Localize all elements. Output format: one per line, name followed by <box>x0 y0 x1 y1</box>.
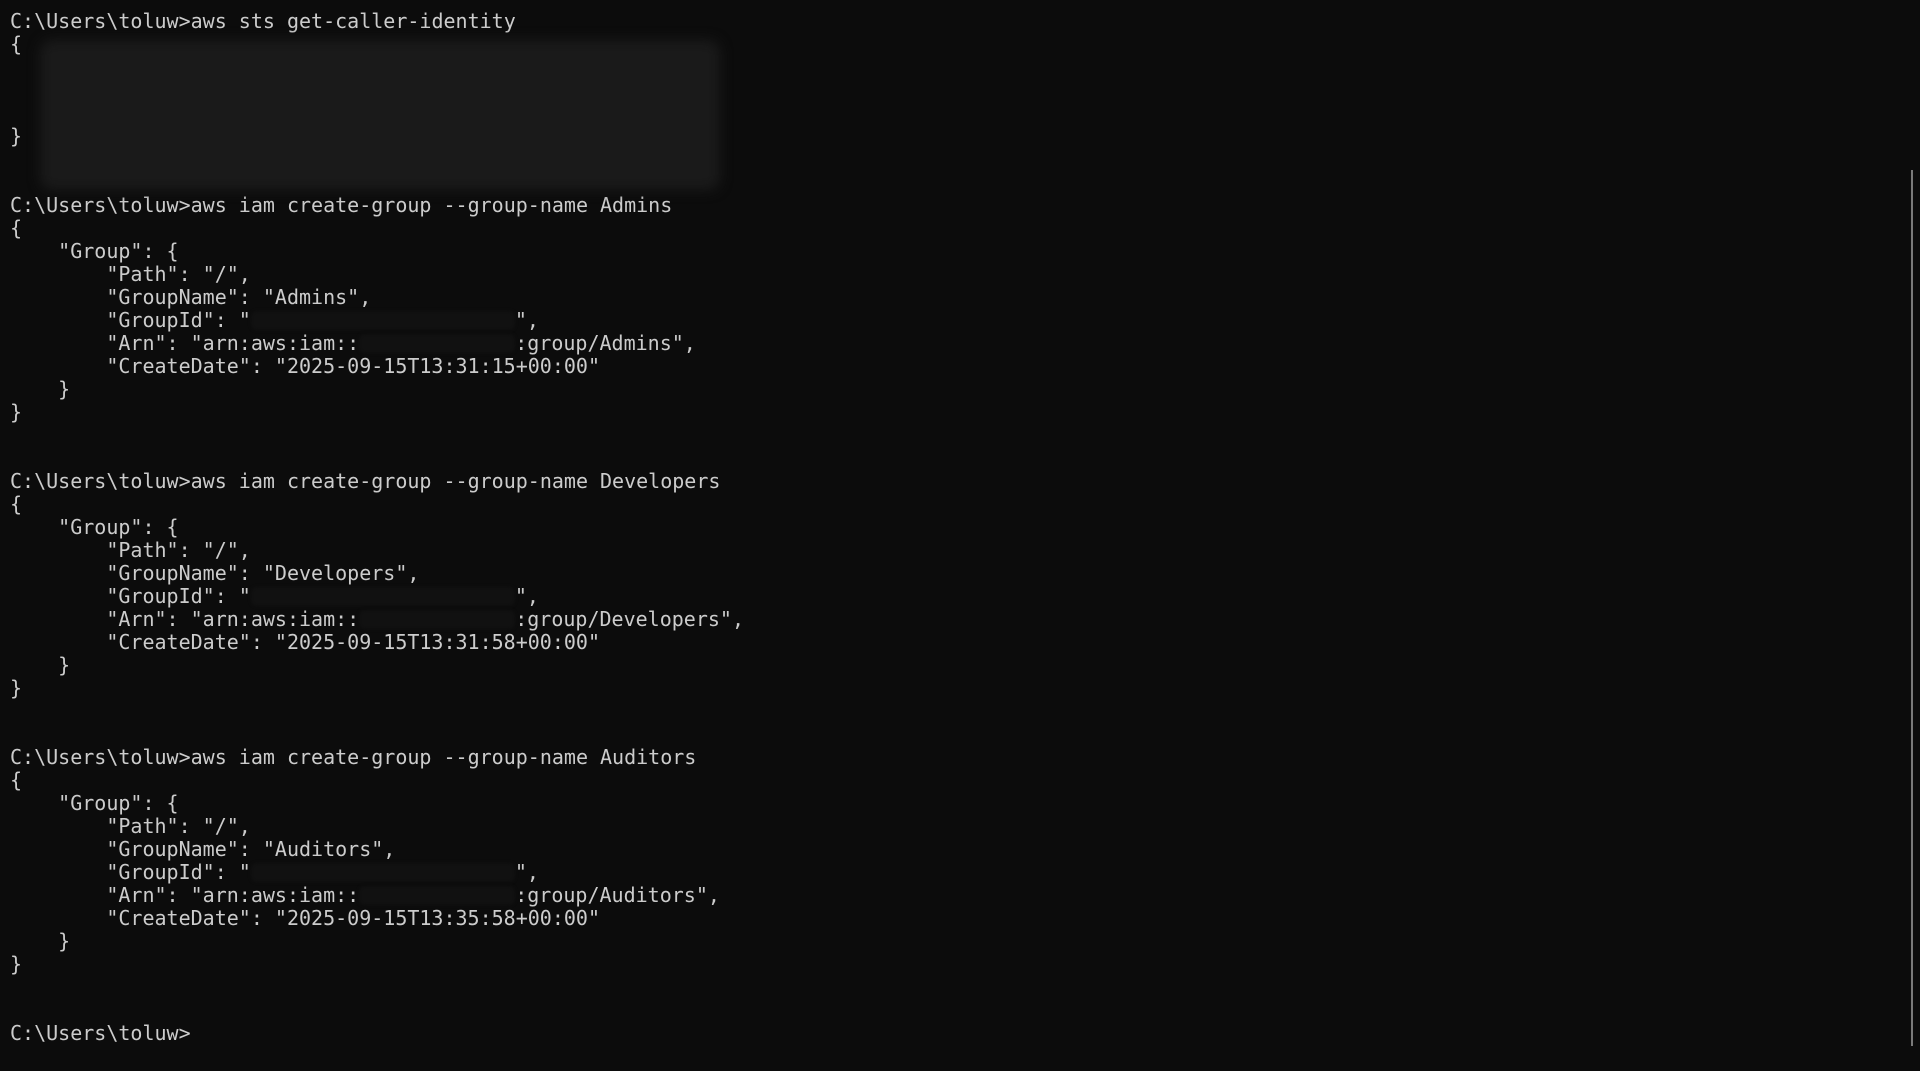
command-text: aws iam create-group --group-name Admins <box>190 193 673 217</box>
json-group-name: "GroupName": "Admins", <box>10 285 372 309</box>
json-create-date: "CreateDate": "2025-09-15T13:31:15+00:00… <box>10 354 601 378</box>
json-brace: { <box>10 492 23 516</box>
command-line: C:\Users\toluw>aws iam create-group --gr… <box>10 470 1890 493</box>
command-text: aws iam create-group --group-name Develo… <box>190 469 721 493</box>
json-create-date: "CreateDate": "2025-09-15T13:31:58+00:00… <box>10 630 601 654</box>
json-group-name: "GroupName": "Auditors", <box>10 837 396 861</box>
json-group-name: "GroupName": "Developers", <box>10 561 420 585</box>
scrollbar-thumb[interactable] <box>1911 170 1913 1046</box>
arn-suffix: :group/Admins", <box>515 331 696 355</box>
json-group-open: "Group": { <box>10 791 179 815</box>
json-group-open: "Group": { <box>10 515 179 539</box>
json-brace: } <box>10 400 23 424</box>
group-id-suffix: ", <box>514 860 539 884</box>
json-path: "Path": "/", <box>10 538 251 562</box>
group-id-suffix: ", <box>514 308 539 332</box>
arn-suffix: :group/Auditors", <box>515 883 720 907</box>
input-line[interactable]: C:\Users\toluw> <box>10 1022 1890 1045</box>
redacted-group-id <box>250 863 515 882</box>
command-text: aws iam create-group --group-name Audito… <box>190 745 697 769</box>
json-brace: } <box>10 676 23 700</box>
json-group-id: "GroupId": " ", <box>10 585 1890 608</box>
prompt: C:\Users\toluw> <box>10 745 191 769</box>
json-brace: { <box>10 768 23 792</box>
prompt: C:\Users\toluw> <box>10 469 191 493</box>
json-brace: { <box>10 216 23 240</box>
group-id-prefix: "GroupId": " <box>10 860 251 884</box>
json-path: "Path": "/", <box>10 814 251 838</box>
terminal-output: C:\Users\toluw>aws sts get-caller-identi… <box>10 10 1890 1045</box>
json-group-id: "GroupId": " ", <box>10 861 1890 884</box>
group-id-prefix: "GroupId": " <box>10 584 251 608</box>
redacted-account-id <box>359 610 516 629</box>
json-arn: "Arn": "arn:aws:iam:::group/Developers", <box>10 608 1890 631</box>
command-line: C:\Users\toluw>aws iam create-group --gr… <box>10 746 1890 769</box>
group-id-prefix: "GroupId": " <box>10 308 251 332</box>
redacted-account-id <box>359 886 516 905</box>
json-arn: "Arn": "arn:aws:iam:::group/Auditors", <box>10 884 1890 907</box>
json-group-close: } <box>10 653 71 677</box>
command-text: aws sts get-caller-identity <box>190 9 516 33</box>
redacted-identity <box>40 40 720 190</box>
arn-prefix: "Arn": "arn:aws:iam:: <box>10 331 360 355</box>
json-group-open: "Group": { <box>10 239 179 263</box>
json-brace: } <box>10 952 23 976</box>
arn-suffix: :group/Developers", <box>515 607 744 631</box>
vertical-scrollbar[interactable] <box>1906 0 1920 1071</box>
json-group-id: "GroupId": " ", <box>10 309 1890 332</box>
command-line: C:\Users\toluw>aws sts get-caller-identi… <box>10 10 1890 33</box>
group-id-suffix: ", <box>514 584 539 608</box>
json-create-date: "CreateDate": "2025-09-15T13:35:58+00:00… <box>10 906 601 930</box>
prompt: C:\Users\toluw> <box>10 9 191 33</box>
arn-prefix: "Arn": "arn:aws:iam:: <box>10 883 360 907</box>
prompt: C:\Users\toluw> <box>10 193 191 217</box>
redacted-group-id <box>250 311 515 330</box>
arn-prefix: "Arn": "arn:aws:iam:: <box>10 607 360 631</box>
json-path: "Path": "/", <box>10 262 251 286</box>
terminal-window[interactable]: C:\Users\toluw>aws sts get-caller-identi… <box>0 0 1920 1071</box>
json-arn: "Arn": "arn:aws:iam:::group/Admins", <box>10 332 1890 355</box>
prompt: C:\Users\toluw> <box>10 1021 191 1045</box>
command-line: C:\Users\toluw>aws iam create-group --gr… <box>10 194 1890 217</box>
redacted-account-id <box>359 334 516 353</box>
redacted-group-id <box>250 587 515 606</box>
json-group-close: } <box>10 377 71 401</box>
json-group-close: } <box>10 929 71 953</box>
